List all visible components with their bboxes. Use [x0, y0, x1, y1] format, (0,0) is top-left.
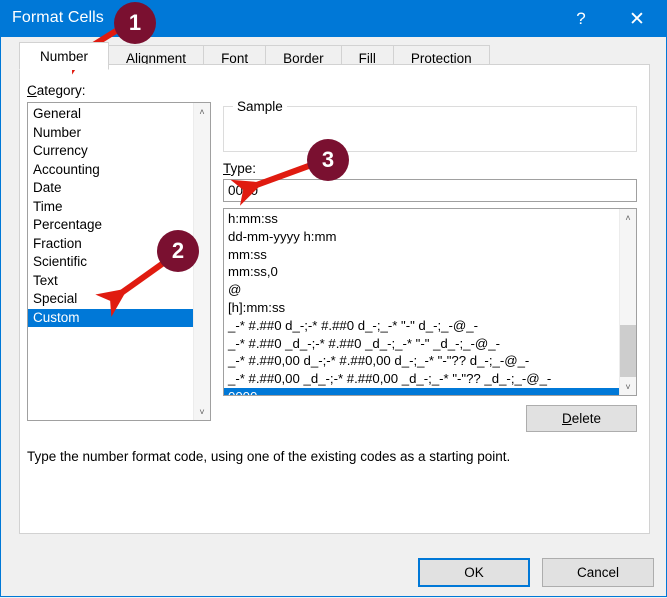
type-item[interactable]: mm:ss [224, 246, 619, 264]
type-listbox[interactable]: h:mm:ss dd-mm-yyyy h:mm mm:ss mm:ss,0 @ [h]:m… [223, 208, 637, 396]
help-icon[interactable]: ? [558, 1, 604, 37]
type-item[interactable]: [h]:mm:ss [224, 299, 619, 317]
sample-label: Sample [233, 99, 287, 114]
type-label-rest: ype: [230, 161, 257, 176]
category-item-time[interactable]: Time [28, 198, 193, 217]
scroll-up-icon[interactable]: ˄ [194, 103, 210, 120]
category-item-accounting[interactable]: Accounting [28, 161, 193, 180]
delete-button[interactable]: Delete [526, 405, 637, 432]
category-item-custom[interactable]: Custom [28, 308, 193, 327]
type-item[interactable]: _-* #.##0 d_-;-* #.##0 d_-;_-* "-" d_-;_… [224, 317, 619, 335]
tab-number[interactable]: Number [19, 42, 110, 70]
ok-button[interactable]: OK [418, 558, 530, 587]
type-item[interactable]: 0000 [224, 387, 619, 395]
type-label: Type: [223, 161, 257, 176]
category-item-date[interactable]: Date [28, 179, 193, 198]
delete-button-label: Delete [561, 411, 602, 426]
footer-divider [1, 546, 666, 547]
callout-badge-3: 3 [307, 139, 349, 181]
format-cells-dialog: Format Cells ? ✕ Number Alignment Font B… [0, 0, 667, 597]
scrollbar-thumb[interactable] [620, 325, 636, 377]
category-item-number[interactable]: Number [28, 124, 193, 143]
type-item[interactable]: mm:ss,0 [224, 263, 619, 281]
type-item[interactable]: _-* #.##0,00 d_-;-* #.##0,00 d_-;_-* "-"… [224, 352, 619, 370]
description-text: Type the number format code, using one o… [27, 449, 511, 464]
category-item-currency[interactable]: Currency [28, 142, 193, 161]
type-item[interactable]: _-* #.##0,00 _d_-;-* #.##0,00 _d_-;_-* "… [224, 370, 619, 388]
type-item[interactable]: @ [224, 281, 619, 299]
title-bar: Format Cells ? ✕ [1, 1, 666, 37]
type-scrollbar[interactable]: ˄ ˅ [619, 209, 636, 395]
type-item[interactable]: h:mm:ss [224, 210, 619, 228]
window-title: Format Cells [12, 9, 104, 26]
cancel-button[interactable]: Cancel [542, 558, 654, 587]
callout-badge-2: 2 [157, 230, 199, 272]
category-item-special[interactable]: Special [28, 290, 193, 309]
category-item-text[interactable]: Text [28, 272, 193, 291]
close-icon[interactable]: ✕ [614, 1, 660, 37]
type-item[interactable]: dd-mm-yyyy h:mm [224, 228, 619, 246]
callout-badge-1: 1 [114, 2, 156, 44]
scroll-up-icon[interactable]: ˄ [620, 209, 636, 226]
type-items: h:mm:ss dd-mm-yyyy h:mm mm:ss mm:ss,0 @ [h]:m… [224, 209, 619, 395]
category-label-rest: ategory: [36, 83, 86, 98]
scroll-down-icon[interactable]: ˅ [620, 378, 636, 395]
category-label: Category: [27, 83, 86, 98]
category-item-general[interactable]: General [28, 105, 193, 124]
type-item[interactable]: _-* #.##0 _d_-;-* #.##0 _d_-;_-* "-" _d_… [224, 335, 619, 353]
scroll-down-icon[interactable]: ˅ [194, 403, 210, 420]
type-input[interactable] [223, 179, 637, 202]
